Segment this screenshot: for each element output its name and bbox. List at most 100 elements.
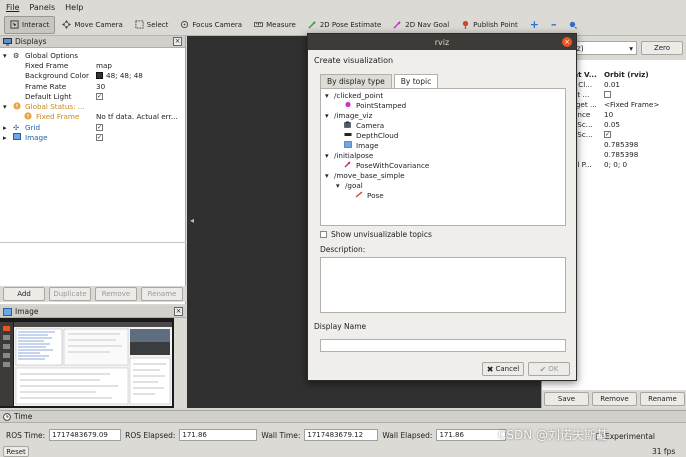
- display-type-label: PointStamped: [356, 100, 407, 110]
- point-stamped-icon: [344, 101, 355, 110]
- close-icon[interactable]: ×: [174, 307, 183, 316]
- remove-button[interactable]: Remove: [95, 287, 137, 301]
- view-property-value[interactable]: 0; 0; 0: [604, 160, 627, 169]
- scale-checkbox[interactable]: ✓: [604, 131, 611, 138]
- chevron-down-icon[interactable]: ▾: [325, 111, 329, 120]
- wall-elapsed-field[interactable]: 171.86: [436, 429, 507, 441]
- view-property-row[interactable]: r Cl... 0.01: [573, 80, 686, 90]
- ros-elapsed-field[interactable]: 171.86: [179, 429, 258, 441]
- menu-help[interactable]: Help: [65, 3, 83, 12]
- chevron-down-icon[interactable]: ▾: [325, 171, 329, 180]
- view-property-value[interactable]: 10: [604, 110, 613, 119]
- tab-by-topic[interactable]: By topic: [393, 74, 439, 88]
- chevron-down-icon[interactable]: ▾: [325, 91, 329, 100]
- view-property-row[interactable]: et ...: [573, 90, 686, 100]
- rename-view-button[interactable]: Rename: [640, 392, 685, 406]
- global-status-row[interactable]: ▾ Global Status: ...: [0, 101, 185, 111]
- save-button[interactable]: Save: [544, 392, 589, 406]
- tool-move-camera[interactable]: Move Camera: [57, 16, 127, 34]
- cancel-label: Cancel: [495, 365, 520, 373]
- chevron-down-icon[interactable]: ▾: [325, 151, 329, 160]
- warning-icon: [13, 102, 21, 112]
- topic-group-row[interactable]: ▾ /goal: [321, 180, 565, 190]
- wall-time-field[interactable]: 1717483679.12: [304, 429, 379, 441]
- image-checkbox[interactable]: ✓: [96, 134, 103, 142]
- frame-rate-value[interactable]: 30: [96, 82, 105, 91]
- add-button[interactable]: Add: [3, 287, 45, 301]
- show-unvisualizable-checkbox[interactable]: Show unvisualizable topics: [320, 230, 432, 239]
- tool-measure[interactable]: Measure: [249, 16, 301, 34]
- fixed-frame-value[interactable]: map: [96, 61, 112, 70]
- topic-group-row[interactable]: ▾ /clicked_point: [321, 90, 565, 100]
- ok-icon: ✔: [539, 364, 547, 374]
- image-row[interactable]: ▸ Image ✓: [0, 132, 185, 142]
- ros-time-field[interactable]: 1717483679.09: [49, 429, 122, 441]
- status-fixed-frame-row[interactable]: Fixed Frame No tf data. Actual err...: [0, 112, 185, 122]
- view-property-row[interactable]: rget ... <Fixed Frame>: [573, 100, 686, 110]
- topic-display-row[interactable]: PoseWithCovariance: [321, 160, 565, 170]
- time-panel-label: Time: [14, 412, 33, 421]
- close-icon[interactable]: ×: [173, 37, 182, 46]
- tool-nav-goal[interactable]: 2D Nav Goal: [388, 16, 454, 34]
- tab-by-display-type[interactable]: By display type: [320, 74, 392, 88]
- chevron-right-icon[interactable]: ▸: [3, 133, 7, 142]
- view-property-row[interactable]: l Sc... 0.05: [573, 120, 686, 130]
- topic-group-row[interactable]: ▾ /move_base_simple: [321, 170, 565, 180]
- grid-checkbox[interactable]: ✓: [96, 123, 103, 131]
- collapse-left-arrow[interactable]: ◂: [190, 216, 194, 225]
- tool-pose-estimate[interactable]: 2D Pose Estimate: [303, 16, 386, 34]
- tool-label: 2D Nav Goal: [405, 20, 450, 29]
- topic-display-row[interactable]: Camera: [321, 120, 565, 130]
- ok-button[interactable]: ✔ OK: [528, 362, 570, 376]
- chevron-down-icon[interactable]: ▾: [3, 51, 7, 60]
- view-property-value[interactable]: 0.785398: [604, 140, 638, 149]
- view-property-row[interactable]: al P... 0; 0; 0: [573, 160, 686, 170]
- background-color-row[interactable]: Background Color 48; 48; 48: [0, 71, 185, 81]
- tool-interact[interactable]: Interact: [4, 15, 56, 34]
- rename-button[interactable]: Rename: [141, 287, 183, 301]
- chevron-down-icon[interactable]: ▾: [336, 181, 340, 190]
- topic-display-row[interactable]: PointStamped: [321, 100, 565, 110]
- topic-display-row[interactable]: Image: [321, 140, 565, 150]
- menu-file[interactable]: File: [6, 3, 19, 12]
- time-panel-title: Time: [0, 411, 686, 423]
- frame-rate-row[interactable]: Frame Rate 30: [0, 81, 185, 91]
- topic-display-row[interactable]: Pose: [321, 190, 565, 200]
- display-name-input[interactable]: [320, 339, 566, 352]
- grid-row[interactable]: ▸ ✣ Grid ✓: [0, 122, 185, 132]
- topic-group-row[interactable]: ▾ /image_viz: [321, 110, 565, 120]
- duplicate-button[interactable]: Duplicate: [49, 287, 91, 301]
- view-property-row[interactable]: ance 10: [573, 110, 686, 120]
- remove-view-button[interactable]: Remove: [592, 392, 637, 406]
- add-tool-button[interactable]: +: [525, 16, 544, 34]
- reset-button[interactable]: Reset: [3, 446, 29, 457]
- tool-properties-button[interactable]: [563, 16, 582, 34]
- chevron-right-icon[interactable]: ▸: [3, 123, 7, 132]
- display-type-label: Image: [356, 140, 379, 150]
- zero-button[interactable]: Zero: [641, 41, 683, 55]
- default-light-checkbox[interactable]: ✓: [96, 92, 103, 100]
- view-property-value[interactable]: 0.785398: [604, 150, 638, 159]
- view-property-value[interactable]: 0.01: [604, 80, 620, 89]
- topic-display-row[interactable]: DepthCloud: [321, 130, 565, 140]
- view-property-row[interactable]: l Sc... ✓: [573, 130, 686, 140]
- fixed-frame-row[interactable]: Fixed Frame map: [0, 60, 185, 70]
- view-property-row[interactable]: 0.785398: [573, 140, 686, 150]
- close-icon[interactable]: ×: [562, 37, 572, 47]
- background-color-label: Background Color: [25, 71, 89, 81]
- cancel-button[interactable]: ✖ Cancel: [482, 362, 524, 376]
- topic-group-row[interactable]: ▾ /initialpose: [321, 150, 565, 160]
- remove-tool-button[interactable]: –: [546, 16, 562, 34]
- tool-focus-camera[interactable]: Focus Camera: [175, 16, 247, 34]
- tool-select[interactable]: Select: [130, 16, 174, 34]
- invert-z-checkbox[interactable]: [604, 91, 611, 98]
- chevron-down-icon[interactable]: ▾: [3, 102, 7, 111]
- menu-panels[interactable]: Panels: [29, 3, 55, 12]
- tool-publish-point[interactable]: Publish Point: [456, 16, 523, 34]
- view-property-value[interactable]: 0.05: [604, 120, 620, 129]
- view-property-row[interactable]: 0.785398: [573, 150, 686, 160]
- global-options-row[interactable]: ▾ ⚙ Global Options: [0, 50, 185, 60]
- default-light-row[interactable]: Default Light ✓: [0, 91, 185, 101]
- view-property-value[interactable]: <Fixed Frame>: [604, 100, 659, 109]
- background-color-value[interactable]: 48; 48; 48: [96, 71, 143, 80]
